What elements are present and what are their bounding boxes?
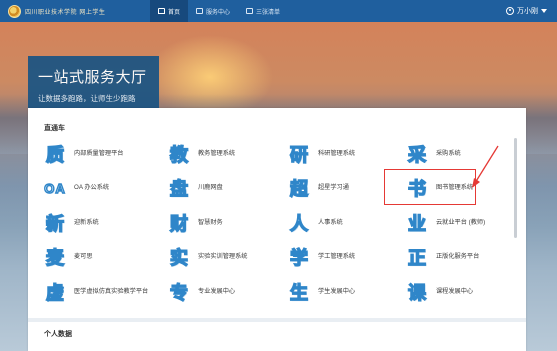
user-menu[interactable]: 万小刚 bbox=[506, 0, 547, 22]
section-title-personal: 个人数据 bbox=[44, 331, 72, 338]
nav-service-label: 服务中心 bbox=[206, 9, 231, 16]
list-icon bbox=[246, 8, 254, 14]
services-panel: 直通车 质 内部质量管理平台 教 教务管理系统 研 科研管理系统 采 采购系统 … bbox=[28, 108, 526, 351]
hero-title: 一站式服务大厅 bbox=[38, 69, 147, 86]
home-icon bbox=[158, 8, 165, 14]
user-icon bbox=[506, 7, 514, 15]
section-divider bbox=[28, 318, 526, 322]
school-emblem-icon bbox=[8, 4, 21, 18]
main-nav: 首页 服务中心 三张清单 bbox=[150, 0, 288, 22]
nav-service-center[interactable]: 服务中心 bbox=[188, 0, 238, 22]
chevron-down-icon bbox=[541, 9, 547, 13]
hero-subtitle: 让数据多跑路，让师生少跑路 bbox=[38, 94, 136, 103]
nav-lists-label: 三张清单 bbox=[256, 9, 281, 16]
annotation-arrow-icon bbox=[472, 145, 499, 188]
logo-text: 四川职业技术学院 网上学生 bbox=[25, 8, 106, 16]
top-navigation-bar: 四川职业技术学院 网上学生 首页 服务中心 三张清单 万小刚 bbox=[0, 0, 557, 22]
user-name: 万小刚 bbox=[517, 8, 538, 15]
nav-home[interactable]: 首页 bbox=[150, 0, 189, 22]
service-icon bbox=[196, 8, 204, 14]
hero-card: 一站式服务大厅 让数据多跑路，让师生少跑路 bbox=[28, 56, 159, 111]
school-logo[interactable]: 四川职业技术学院 网上学生 bbox=[8, 4, 128, 18]
nav-three-lists[interactable]: 三张清单 bbox=[238, 0, 288, 22]
nav-home-label: 首页 bbox=[168, 9, 181, 16]
